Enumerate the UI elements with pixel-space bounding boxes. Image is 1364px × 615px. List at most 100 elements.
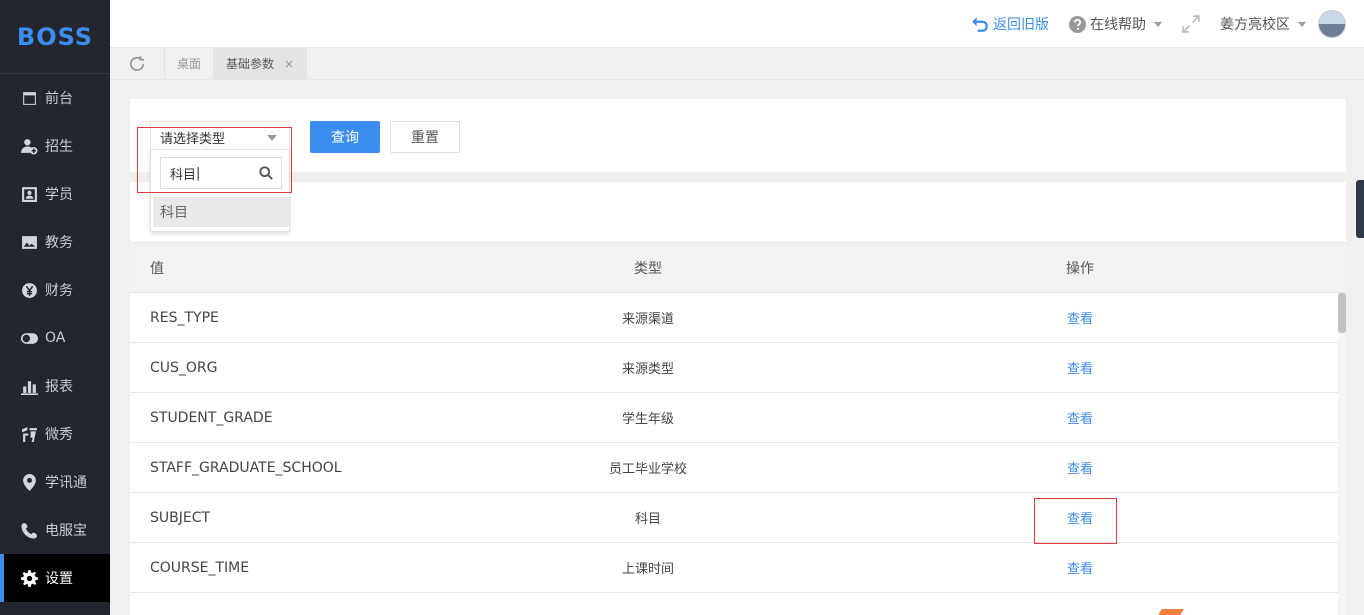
sidebar-item-settings[interactable]: 设置 — [0, 554, 110, 602]
tab-desktop[interactable]: 桌面 — [165, 48, 215, 79]
view-link[interactable]: 查看 — [1067, 358, 1093, 377]
calendar-icon — [20, 89, 38, 107]
type-cell: 学生年级 — [621, 412, 674, 427]
column-header-value: 值 — [150, 260, 164, 277]
xiu-icon — [20, 425, 38, 443]
table-row: RES_TYPE 来源渠道 查看 — [130, 293, 1338, 343]
expand-icon — [1182, 15, 1200, 33]
view-link[interactable]: 查看 — [1067, 558, 1093, 577]
value-cell: RES_TYPE — [150, 309, 219, 326]
query-button[interactable]: 查询 — [310, 121, 380, 153]
refresh-icon — [129, 55, 145, 71]
table-row: CUS_ORG 来源类型 查看 — [130, 343, 1338, 393]
type-search-input[interactable]: 科目 | — [160, 157, 282, 189]
campus-menu[interactable]: 姜方亮校区 — [1220, 10, 1346, 38]
close-icon[interactable]: × — [284, 57, 294, 71]
sidebar-item-label: 电服宝 — [45, 523, 87, 539]
sidebar-item-weixiu[interactable]: 微秀 — [0, 410, 110, 458]
type-select-placeholder: 请选择类型 — [160, 131, 226, 147]
sidebar-item-label: OA — [45, 330, 66, 346]
location-icon — [20, 473, 38, 491]
undo-icon — [972, 17, 988, 32]
side-widget-tab[interactable] — [1356, 180, 1364, 238]
type-select-dropdown: 科目 | 科目 — [150, 149, 290, 232]
type-cell: 上课时间 — [621, 562, 674, 577]
sidebar-item-academic[interactable]: 教务 — [0, 218, 110, 266]
scrollbar-thumb[interactable] — [1338, 293, 1346, 333]
action-cell: 查看 — [1030, 443, 1130, 492]
action-cell: 查看 — [1030, 293, 1130, 342]
sidebar-item-label: 教务 — [45, 235, 73, 251]
sidebar-item-frontdesk[interactable]: 前台 — [0, 74, 110, 122]
logo-text: BOSS — [16, 22, 94, 51]
tab-bar: 桌面 基础参数 × — [110, 48, 1364, 80]
fullscreen-button[interactable] — [1182, 15, 1200, 33]
view-link[interactable]: 查看 — [1067, 458, 1093, 477]
refresh-button[interactable] — [110, 48, 165, 79]
value-cell: COURSE_TIME — [150, 559, 250, 576]
id-card-icon — [20, 185, 38, 203]
chevron-down-icon — [1154, 21, 1162, 27]
table-scrollbar[interactable] — [1338, 293, 1346, 615]
chevron-down-icon — [1298, 21, 1306, 27]
sidebar-item-label: 设置 — [45, 571, 73, 587]
phone-icon — [20, 521, 38, 539]
main-content: 请选择类型 查询 重置 科目 | 科目 值 类型 操作 RES_TYPE 来源渠道… — [110, 81, 1364, 615]
top-bar: 返回旧版 在线帮助 姜方亮校区 — [110, 0, 1364, 48]
gear-icon — [20, 569, 38, 587]
sidebar-item-oa[interactable]: OA — [0, 314, 110, 362]
value-cell: SUBJECT — [150, 509, 211, 526]
action-cell: 查看 — [1030, 493, 1130, 542]
sidebar-item-label: 财务 — [45, 283, 73, 299]
sidebar-item-label: 招生 — [45, 139, 73, 155]
sidebar-item-students[interactable]: 学员 — [0, 170, 110, 218]
toggle-icon — [20, 329, 38, 347]
sidebar-item-reports[interactable]: 报表 — [0, 362, 110, 410]
tab-label: 桌面 — [177, 57, 202, 71]
dropdown-option[interactable]: 科目 — [153, 197, 289, 227]
online-help-menu[interactable]: 在线帮助 — [1069, 14, 1162, 34]
logo: BOSS — [0, 0, 110, 74]
type-cell: 员工毕业学校 — [608, 462, 687, 477]
sidebar-item-dianfubao[interactable]: 电服宝 — [0, 506, 110, 554]
sidebar-item-label: 学讯通 — [45, 475, 87, 491]
action-cell: 查看 — [1030, 393, 1130, 442]
sidebar-item-label: 报表 — [45, 379, 73, 395]
chevron-down-icon — [267, 135, 277, 141]
view-link[interactable]: 查看 — [1067, 508, 1093, 527]
image-icon — [20, 233, 38, 251]
type-search-value: 科目 — [170, 167, 197, 183]
bar-chart-icon — [20, 377, 38, 395]
sidebar-item-label: 微秀 — [45, 427, 73, 443]
top-bar-actions: 返回旧版 在线帮助 姜方亮校区 — [951, 0, 1346, 48]
type-cell: 来源类型 — [621, 362, 674, 377]
params-table: 值 类型 操作 RES_TYPE 来源渠道 查看 CUS_ORG 来源类型 查看… — [130, 182, 1346, 615]
value-cell: STUDENT_GRADE — [150, 409, 273, 426]
question-circle-icon — [1069, 15, 1086, 33]
table-header: 值 类型 操作 — [130, 242, 1346, 293]
tab-basic-params[interactable]: 基础参数 × — [214, 48, 308, 79]
table-row: COURSE_TIME 上课时间 查看 — [130, 543, 1338, 593]
user-add-icon — [20, 137, 38, 155]
table-body: RES_TYPE 来源渠道 查看 CUS_ORG 来源类型 查看 STUDENT… — [130, 293, 1338, 593]
campus-label: 姜方亮校区 — [1220, 17, 1290, 33]
avatar[interactable] — [1318, 10, 1346, 38]
table-row: SUBJECT 科目 查看 — [130, 493, 1338, 543]
online-help-label: 在线帮助 — [1090, 17, 1146, 33]
type-cell: 科目 — [634, 512, 661, 527]
reset-button[interactable]: 重置 — [390, 121, 460, 153]
tab-label: 基础参数 — [226, 57, 275, 71]
sidebar-item-label: 前台 — [45, 91, 73, 107]
sidebar-item-xuexuntong[interactable]: 学讯通 — [0, 458, 110, 506]
sidebar: BOSS 前台 招生 学员 教务 财务 OA 报表 微秀 学讯通 电服宝 设置 — [0, 0, 110, 615]
table-row: STUDENT_GRADE 学生年级 查看 — [130, 393, 1338, 443]
sidebar-item-enrollment[interactable]: 招生 — [0, 122, 110, 170]
back-to-old-version-label: 返回旧版 — [993, 17, 1049, 33]
table-row: STAFF_GRADUATE_SCHOOL 员工毕业学校 查看 — [130, 443, 1338, 493]
search-icon — [259, 166, 273, 180]
value-cell: CUS_ORG — [150, 359, 218, 376]
view-link[interactable]: 查看 — [1067, 308, 1093, 327]
view-link[interactable]: 查看 — [1067, 408, 1093, 427]
back-to-old-version-link[interactable]: 返回旧版 — [971, 14, 1049, 34]
sidebar-item-finance[interactable]: 财务 — [0, 266, 110, 314]
